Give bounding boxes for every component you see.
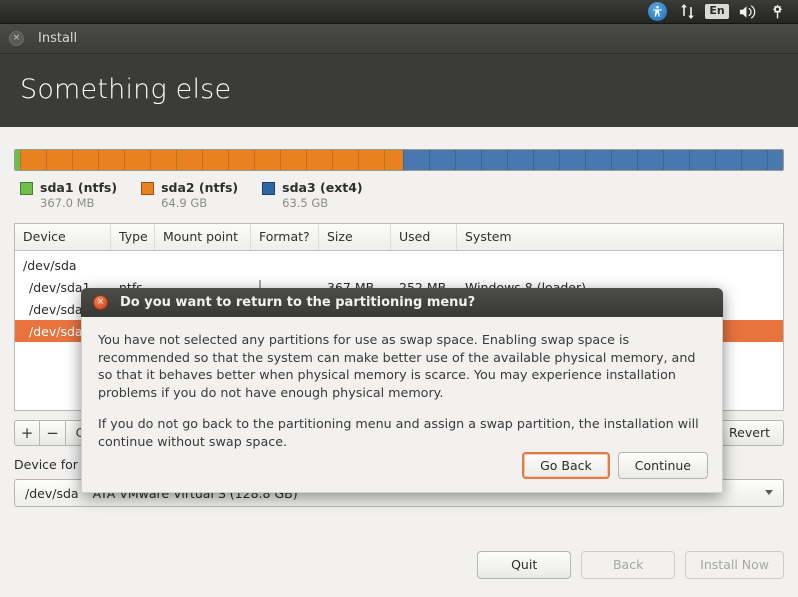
legend-label: sda3 (ext4)	[282, 180, 363, 195]
partition-segment-sda3[interactable]	[402, 150, 783, 170]
legend-swatch-icon	[262, 182, 276, 195]
column-header-system[interactable]: System	[457, 224, 781, 250]
legend-size: 63.5 GB	[282, 196, 329, 210]
volume-icon[interactable]	[732, 0, 762, 24]
gear-icon[interactable]	[762, 0, 792, 24]
keyboard-layout-label: En	[705, 4, 729, 19]
table-row[interactable]: /dev/sda	[15, 254, 783, 276]
boot-loader-device-path: /dev/sda	[25, 485, 79, 501]
dialog-paragraph-2: If you do not go back to the partitionin…	[98, 416, 699, 449]
legend-swatch-icon	[20, 182, 33, 195]
continue-button[interactable]: Continue	[617, 452, 708, 479]
install-now-button: Install Now	[685, 551, 784, 579]
dialog-title: Do you want to return to the partitionin…	[120, 295, 476, 310]
legend-label: sda1 (ntfs)	[40, 180, 118, 195]
system-top-panel: En	[0, 0, 798, 24]
partition-legend: sda1 (ntfs) 367.0 MB sda2 (ntfs) 64.9 GB…	[14, 180, 784, 211]
keyboard-layout-indicator[interactable]: En	[702, 0, 732, 24]
page-title: Something else	[20, 74, 232, 105]
close-icon[interactable]: ×	[9, 31, 24, 46]
dialog-close-icon[interactable]: ×	[93, 295, 108, 310]
go-back-button[interactable]: Go Back	[522, 452, 610, 479]
cell-device: /dev/sda	[23, 257, 77, 273]
column-header-device[interactable]: Device	[15, 224, 111, 250]
window-title-bar: × Install	[0, 24, 798, 54]
dialog-body: You have not selected any partitions for…	[81, 317, 723, 493]
dialog-actions: Go Back Continue	[522, 452, 708, 479]
remove-partition-button[interactable]: −	[40, 420, 66, 446]
column-header-mount[interactable]: Mount point	[155, 224, 251, 250]
dialog-title-bar: × Do you want to return to the partition…	[81, 288, 723, 317]
chevron-down-icon[interactable]	[765, 490, 773, 495]
column-header-type[interactable]: Type	[111, 224, 155, 250]
legend-item: sda1 (ntfs) 367.0 MB	[20, 180, 117, 211]
legend-swatch-icon	[141, 182, 155, 195]
partition-segment-sda2[interactable]	[19, 150, 403, 170]
legend-size: 367.0 MB	[40, 196, 95, 210]
legend-item: sda2 (ntfs) 64.9 GB	[141, 180, 238, 211]
network-icon[interactable]	[672, 0, 702, 24]
accessibility-icon[interactable]	[642, 0, 672, 24]
column-header-format[interactable]: Format?	[251, 224, 319, 250]
table-header-row: Device Type Mount point Format? Size Use…	[15, 224, 783, 251]
swap-warning-dialog: × Do you want to return to the partition…	[81, 288, 723, 493]
install-window: × Install Something else sda1 (ntfs) 367…	[0, 24, 798, 597]
partition-usage-bar[interactable]	[14, 149, 784, 171]
back-button: Back	[581, 551, 676, 579]
column-header-used[interactable]: Used	[391, 224, 457, 250]
window-title: Install	[38, 31, 78, 46]
add-partition-button[interactable]: +	[14, 420, 40, 446]
legend-item: sda3 (ext4) 63.5 GB	[262, 180, 363, 211]
legend-size: 64.9 GB	[161, 196, 208, 210]
column-header-size[interactable]: Size	[319, 224, 391, 250]
revert-button[interactable]: Revert	[715, 420, 784, 446]
dialog-paragraph-1: You have not selected any partitions for…	[98, 332, 696, 400]
legend-label: sda2 (ntfs)	[161, 180, 239, 195]
wizard-actions: Quit Back Install Now	[477, 551, 784, 579]
quit-button[interactable]: Quit	[477, 551, 572, 579]
